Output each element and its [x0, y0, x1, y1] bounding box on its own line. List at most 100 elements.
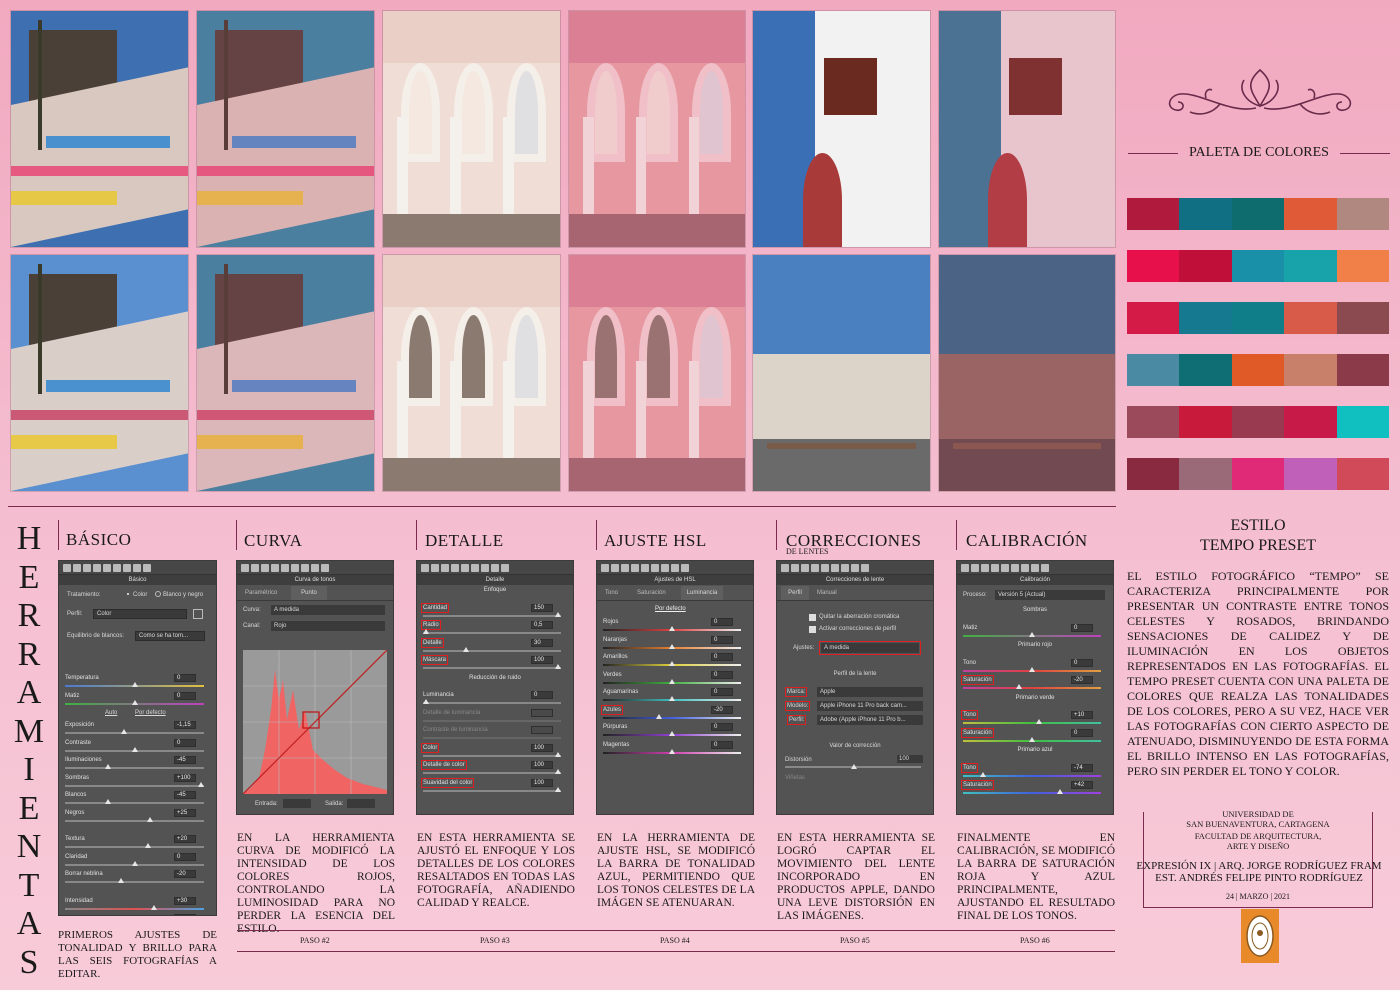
slider-value[interactable]: 0: [711, 723, 733, 731]
slider-row[interactable]: Blancos -45: [59, 790, 216, 808]
slider-knob[interactable]: [669, 731, 675, 736]
slider-knob[interactable]: [104, 764, 111, 769]
slider-value[interactable]: 100: [531, 656, 553, 664]
slider-knob[interactable]: [669, 748, 675, 754]
slider-value[interactable]: -20: [174, 870, 196, 878]
slider-row[interactable]: Borrar neblina -20: [59, 869, 216, 887]
slider-knob[interactable]: [151, 904, 158, 910]
slider-track[interactable]: [423, 614, 561, 617]
slider-value[interactable]: +25: [174, 808, 196, 817]
check-aberracion[interactable]: [809, 614, 816, 621]
slider-track[interactable]: [65, 819, 204, 822]
slider-row[interactable]: Luminancia 0: [417, 690, 573, 708]
equilibrio-select[interactable]: Como se ha tom...: [135, 631, 205, 641]
slider-knob[interactable]: [555, 769, 561, 774]
panel-toolbar[interactable]: [597, 561, 753, 575]
slider-track[interactable]: [423, 789, 561, 792]
slider-value[interactable]: +10: [1071, 711, 1093, 719]
slider-value[interactable]: 0,5: [531, 621, 553, 629]
slider-row[interactable]: Suavidad del color 100: [417, 777, 573, 796]
slider-knob[interactable]: [423, 629, 429, 634]
por-defecto-link[interactable]: Por defecto: [135, 710, 166, 716]
slider-knob[interactable]: [555, 786, 561, 792]
slider-value[interactable]: +42: [1071, 781, 1093, 789]
slider-value[interactable]: 0: [1071, 658, 1093, 667]
slider-value[interactable]: [531, 708, 553, 717]
slider-value[interactable]: +30: [174, 896, 196, 905]
slider-knob[interactable]: [131, 860, 138, 866]
slider-value[interactable]: 0: [174, 852, 196, 861]
slider-value[interactable]: 0: [174, 738, 196, 747]
slider-row[interactable]: Púrpuras 0: [597, 722, 753, 740]
check-perfil[interactable]: [809, 626, 816, 633]
slider-track[interactable]: [963, 792, 1101, 794]
salida-input[interactable]: [347, 799, 375, 808]
slider-value[interactable]: 100: [531, 778, 553, 787]
slider-knob[interactable]: [1056, 789, 1063, 794]
slider-value[interactable]: 0: [711, 635, 733, 644]
slider-track[interactable]: [65, 732, 204, 734]
slider-track[interactable]: [963, 722, 1101, 724]
slider-track[interactable]: [423, 754, 561, 757]
slider-row[interactable]: Rojos 0: [597, 617, 753, 635]
tab-perfil[interactable]: Perfil: [781, 586, 809, 600]
slider-knob[interactable]: [1029, 666, 1035, 672]
slider-row[interactable]: Azules -20: [597, 704, 753, 723]
slider-value[interactable]: 0: [174, 674, 196, 682]
slider-knob[interactable]: [555, 664, 561, 669]
slider-knob[interactable]: [118, 878, 125, 883]
slider-value[interactable]: 0: [711, 653, 733, 661]
slider-row[interactable]: Detalle de color 100: [417, 760, 573, 778]
slider-knob[interactable]: [120, 729, 127, 734]
slider-row[interactable]: Aguamarinas 0: [597, 687, 753, 705]
panel-toolbar[interactable]: [59, 561, 216, 575]
slider-row[interactable]: Contraste 0: [59, 738, 216, 756]
slider-row[interactable]: Claridad 0: [59, 852, 216, 870]
tab-tono[interactable]: Tono: [605, 590, 618, 596]
slider-row[interactable]: Naranjas 0: [597, 635, 753, 653]
slider-value[interactable]: 0: [1071, 728, 1093, 737]
slider-knob[interactable]: [669, 626, 675, 631]
slider-track[interactable]: [65, 846, 204, 848]
slider-track[interactable]: [423, 737, 561, 739]
slider-value[interactable]: 100: [531, 743, 553, 752]
slider-row[interactable]: Saturación +42: [957, 780, 1113, 798]
auto-link[interactable]: Auto: [105, 710, 117, 716]
slider-value[interactable]: +20: [174, 835, 196, 843]
slider-value[interactable]: 150: [531, 603, 553, 612]
slider-row[interactable]: Amarillos 0: [597, 652, 753, 670]
slider-knob[interactable]: [198, 781, 204, 787]
slider-knob[interactable]: [555, 611, 561, 617]
slider-knob[interactable]: [669, 678, 675, 684]
slider-track[interactable]: [423, 719, 561, 722]
slider-knob[interactable]: [104, 799, 111, 804]
slider-value[interactable]: +100: [174, 773, 196, 782]
canal-select[interactable]: Rojo: [271, 621, 385, 631]
slider-row[interactable]: Iluminaciones -45: [59, 755, 216, 773]
distorsion-knob[interactable]: [851, 764, 857, 769]
slider-track[interactable]: [65, 907, 204, 910]
slider-track[interactable]: [603, 716, 741, 719]
slider-row[interactable]: Color 100: [417, 742, 573, 761]
slider-value[interactable]: -74: [1071, 763, 1093, 772]
slider-knob[interactable]: [669, 643, 675, 649]
slider-knob[interactable]: [655, 713, 662, 719]
slider-track[interactable]: [65, 784, 204, 787]
slider-value[interactable]: 0: [174, 691, 196, 700]
slider-value[interactable]: -45: [174, 791, 196, 799]
slider-knob[interactable]: [131, 682, 138, 687]
tab-luminancia[interactable]: Luminancia: [681, 586, 723, 600]
slider-row[interactable]: Máscara 100: [417, 655, 573, 673]
tab-manual[interactable]: Manual: [817, 590, 837, 596]
slider-row[interactable]: Textura +20: [59, 834, 216, 852]
slider-track[interactable]: [423, 649, 561, 652]
slider-knob[interactable]: [131, 746, 138, 752]
slider-row[interactable]: Saturación 0: [957, 727, 1113, 746]
slider-track[interactable]: [65, 767, 204, 769]
slider-row[interactable]: Intensidad +30: [59, 896, 216, 914]
slider-track[interactable]: [423, 667, 561, 669]
slider-track[interactable]: [963, 687, 1101, 689]
slider-row[interactable]: Tono 0: [957, 658, 1113, 676]
slider-row[interactable]: Contraste de luminancia: [417, 725, 573, 743]
slider-row[interactable]: Radio 0,5: [417, 620, 573, 638]
